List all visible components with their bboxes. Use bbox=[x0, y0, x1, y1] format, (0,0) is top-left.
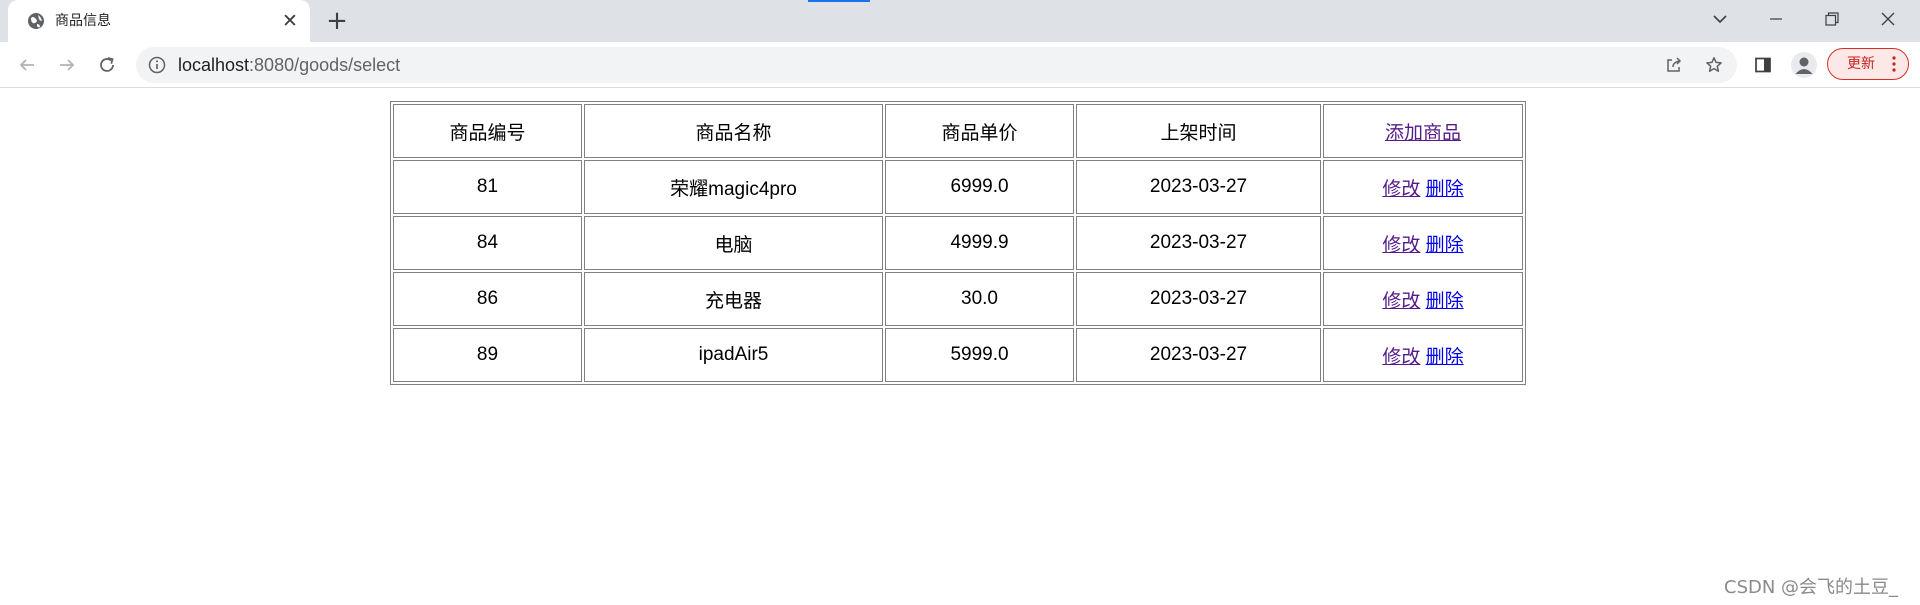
edit-link[interactable]: 修改 bbox=[1382, 347, 1420, 368]
cell-goods-name: 电脑 bbox=[584, 216, 883, 270]
back-button[interactable] bbox=[11, 49, 43, 81]
cell-listing-date: 2023-03-27 bbox=[1076, 216, 1321, 270]
person-icon bbox=[1795, 57, 1813, 74]
tab-title: 商品信息 bbox=[55, 13, 111, 29]
page-content: 商品编号 商品名称 商品单价 上架时间 添加商品 81 荣耀magic4pro … bbox=[0, 88, 1920, 605]
info-icon[interactable] bbox=[148, 56, 166, 74]
delete-link[interactable]: 删除 bbox=[1426, 291, 1464, 312]
cell-goods-name: ipadAir5 bbox=[584, 328, 883, 382]
arrow-left-icon bbox=[19, 59, 34, 71]
minimize-icon bbox=[1770, 18, 1782, 20]
edit-link[interactable]: 修改 bbox=[1382, 179, 1420, 200]
edit-link[interactable]: 修改 bbox=[1382, 291, 1420, 312]
cell-listing-date: 2023-03-27 bbox=[1076, 160, 1321, 214]
address-bar[interactable]: localhost:8080/goods/select bbox=[136, 47, 1737, 83]
forward-button[interactable] bbox=[51, 49, 83, 81]
close-icon[interactable]: ✕ bbox=[280, 11, 300, 31]
goods-table: 商品编号 商品名称 商品单价 上架时间 添加商品 81 荣耀magic4pro … bbox=[390, 101, 1526, 385]
cell-goods-name: 充电器 bbox=[584, 272, 883, 326]
header-actions: 添加商品 bbox=[1323, 104, 1523, 158]
add-goods-link[interactable]: 添加商品 bbox=[1385, 123, 1461, 144]
delete-link[interactable]: 删除 bbox=[1426, 347, 1464, 368]
tab-accent-bar bbox=[808, 0, 870, 2]
close-icon bbox=[1881, 12, 1895, 26]
table-row: 86 充电器 30.0 2023-03-27 修改 删除 bbox=[393, 272, 1523, 326]
cell-goods-id: 84 bbox=[393, 216, 582, 270]
tab-active[interactable]: 商品信息 ✕ bbox=[8, 0, 310, 42]
cell-goods-id: 89 bbox=[393, 328, 582, 382]
cell-goods-id: 81 bbox=[393, 160, 582, 214]
cell-listing-date: 2023-03-27 bbox=[1076, 328, 1321, 382]
cell-goods-price: 5999.0 bbox=[885, 328, 1074, 382]
update-button-label: 更新 bbox=[1847, 56, 1875, 72]
cell-goods-id: 86 bbox=[393, 272, 582, 326]
window-close-button[interactable] bbox=[1860, 0, 1916, 38]
more-vert-icon bbox=[1892, 56, 1896, 72]
new-tab-button[interactable]: + bbox=[324, 8, 350, 34]
side-panel-button[interactable] bbox=[1747, 49, 1779, 81]
browser-toolbar: localhost:8080/goods/select 更新 bbox=[0, 42, 1920, 88]
tab-strip: 商品信息 ✕ + bbox=[0, 0, 1920, 42]
cell-goods-price: 6999.0 bbox=[885, 160, 1074, 214]
cell-actions: 修改 删除 bbox=[1323, 216, 1523, 270]
restore-button[interactable] bbox=[1804, 0, 1860, 38]
table-row: 81 荣耀magic4pro 6999.0 2023-03-27 修改 删除 bbox=[393, 160, 1523, 214]
url-host: localhost bbox=[178, 55, 250, 75]
cell-actions: 修改 删除 bbox=[1323, 272, 1523, 326]
delete-link[interactable]: 删除 bbox=[1426, 179, 1464, 200]
url-path: :8080/goods/select bbox=[249, 55, 401, 75]
minimize-button[interactable] bbox=[1748, 0, 1804, 38]
cell-actions: 修改 删除 bbox=[1323, 160, 1523, 214]
header-goods-name: 商品名称 bbox=[584, 104, 883, 158]
side-panel-icon bbox=[1755, 57, 1771, 73]
chevron-down-icon bbox=[1713, 15, 1727, 24]
reload-button[interactable] bbox=[91, 49, 123, 81]
share-button[interactable] bbox=[1658, 49, 1690, 81]
update-button[interactable]: 更新 bbox=[1827, 48, 1909, 80]
bookmark-button[interactable] bbox=[1698, 49, 1730, 81]
cell-goods-price: 4999.9 bbox=[885, 216, 1074, 270]
header-listing-date: 上架时间 bbox=[1076, 104, 1321, 158]
edit-link[interactable]: 修改 bbox=[1382, 235, 1420, 256]
reload-icon bbox=[100, 57, 114, 72]
cell-actions: 修改 删除 bbox=[1323, 328, 1523, 382]
header-goods-price: 商品单价 bbox=[885, 104, 1074, 158]
cell-listing-date: 2023-03-27 bbox=[1076, 272, 1321, 326]
url-text[interactable]: localhost:8080/goods/select bbox=[178, 47, 400, 83]
globe-icon bbox=[28, 13, 44, 29]
header-goods-id: 商品编号 bbox=[393, 104, 582, 158]
share-icon bbox=[1667, 57, 1682, 72]
cell-goods-price: 30.0 bbox=[885, 272, 1074, 326]
table-row: 89 ipadAir5 5999.0 2023-03-27 修改 删除 bbox=[393, 328, 1523, 382]
tab-search-button[interactable] bbox=[1692, 0, 1748, 38]
profile-avatar[interactable] bbox=[1791, 52, 1817, 78]
table-header-row: 商品编号 商品名称 商品单价 上架时间 添加商品 bbox=[393, 104, 1523, 158]
watermark: CSDN @会飞的土豆_ bbox=[1724, 577, 1899, 598]
star-icon bbox=[1706, 57, 1722, 72]
cell-goods-name: 荣耀magic4pro bbox=[584, 160, 883, 214]
delete-link[interactable]: 删除 bbox=[1426, 235, 1464, 256]
arrow-right-icon bbox=[60, 59, 75, 71]
restore-icon bbox=[1825, 12, 1839, 26]
table-row: 84 电脑 4999.9 2023-03-27 修改 删除 bbox=[393, 216, 1523, 270]
